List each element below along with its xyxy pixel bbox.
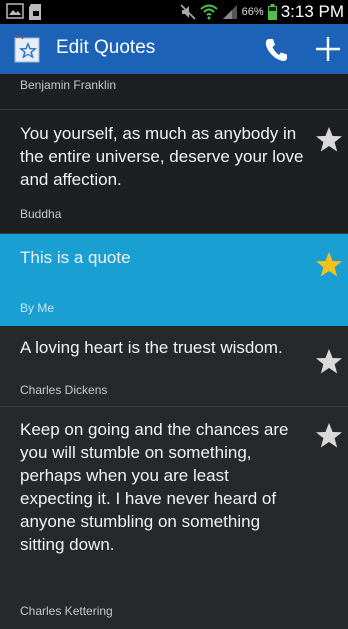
quote-row[interactable]: A loving heart is the truest wisdom. Cha… — [0, 326, 348, 407]
app-title: Edit Quotes — [56, 37, 156, 58]
quote-text: You yourself, as much as anybody in the … — [20, 124, 304, 189]
wifi-icon — [199, 4, 218, 20]
star-outline-icon[interactable] — [314, 125, 344, 155]
sd-card-notification-icon — [29, 4, 41, 20]
status-left-icons — [6, 3, 44, 21]
mute-icon — [180, 4, 196, 20]
status-bar: 66% 3:13 PM — [0, 0, 348, 24]
quote-row[interactable]: You yourself, as much as anybody in the … — [0, 110, 348, 234]
quote-author: Charles Dickens — [20, 383, 108, 397]
plus-icon[interactable] — [312, 33, 344, 65]
quote-author: Buddha — [20, 207, 62, 221]
signal-icon — [222, 5, 237, 19]
status-time: 3:13 PM — [280, 2, 344, 21]
action-bar: Edit Quotes — [0, 24, 348, 74]
status-right-icons: 66% 3:13 PM — [180, 0, 344, 24]
phone-icon[interactable] — [262, 36, 290, 64]
quote-row-selected[interactable]: This is a quote By Me — [0, 234, 348, 326]
quote-author: Benjamin Franklin — [20, 78, 117, 92]
quote-text: A loving heart is the truest wisdom. — [20, 338, 283, 357]
quote-author: Charles Kettering — [20, 604, 113, 618]
battery-percent: 66% — [241, 6, 264, 18]
star-outline-icon[interactable] — [314, 347, 344, 377]
quote-author: By Me — [20, 301, 55, 315]
quote-row[interactable]: Keep on going and the chances are you wi… — [0, 407, 348, 629]
screen: 66% 3:13 PM Edit Quotes Benjamin Frankli… — [0, 0, 348, 629]
quote-text: Keep on going and the chances are you wi… — [20, 420, 289, 554]
quote-text: This is a quote — [20, 248, 131, 267]
star-filled-icon[interactable] — [314, 250, 344, 280]
gallery-notification-icon — [6, 3, 24, 19]
quote-list[interactable]: Benjamin Franklin You yourself, as much … — [0, 74, 348, 629]
star-app-icon[interactable] — [14, 35, 42, 63]
star-outline-icon[interactable] — [314, 421, 344, 451]
battery-icon — [267, 4, 277, 20]
quote-row[interactable]: Benjamin Franklin — [0, 74, 348, 110]
